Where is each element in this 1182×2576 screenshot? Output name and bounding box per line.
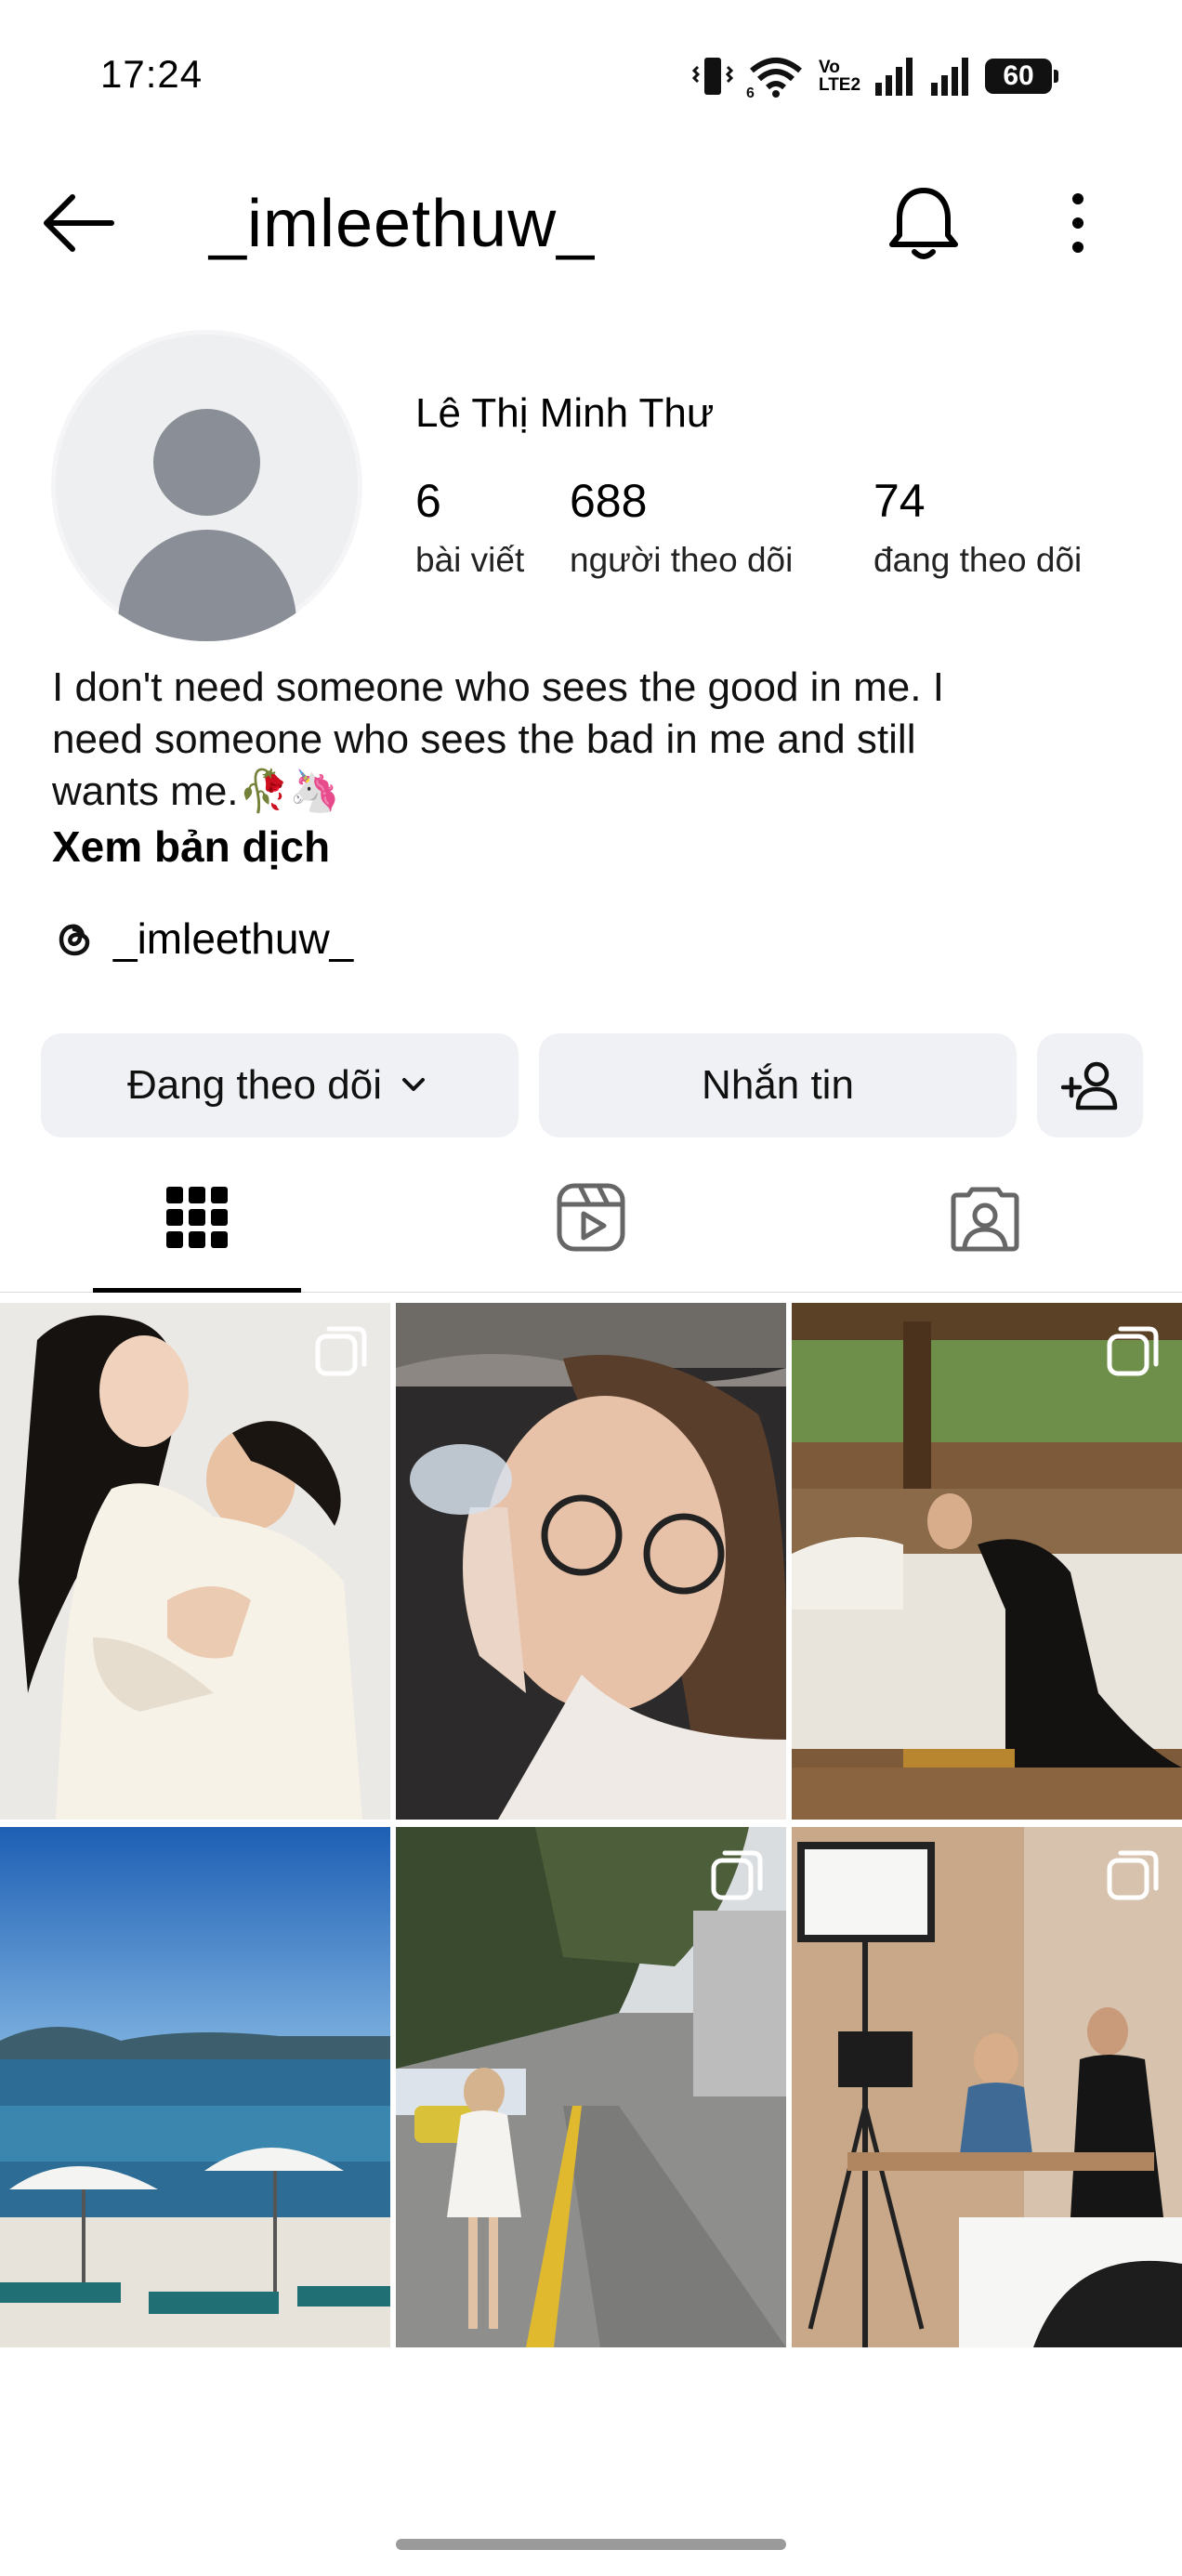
see-translation-link[interactable]: Xem bản dịch [52, 821, 330, 872]
post-thumbnail-5[interactable] [396, 1827, 786, 2347]
bio-line: I don't need someone who sees the good i… [52, 664, 944, 710]
active-tab-indicator [93, 1288, 301, 1293]
post-thumbnail-6[interactable] [792, 1827, 1182, 2347]
post-image-resort [792, 1303, 1182, 1820]
post-thumbnail-4[interactable] [0, 1827, 390, 2347]
bio-line: need someone who sees the bad in me and … [52, 716, 916, 762]
reels-icon [557, 1183, 625, 1252]
post-thumbnail-2[interactable] [396, 1303, 786, 1820]
battery-level: 60 [1003, 60, 1034, 91]
threads-link[interactable]: _imleethuw_ [52, 911, 353, 966]
following-label: đang theo dõi [873, 541, 1083, 579]
status-time: 17:24 [100, 52, 204, 96]
message-button-label: Nhắn tin [702, 1062, 854, 1108]
threads-icon [59, 924, 90, 956]
multiple-photos-icon [711, 1850, 763, 1900]
bell-icon[interactable] [883, 181, 965, 265]
post-thumbnail-3[interactable] [792, 1303, 1182, 1820]
wifi-icon: 6 [746, 58, 802, 99]
avatar-placeholder [51, 330, 362, 641]
tab-posts[interactable] [93, 1157, 301, 1278]
tab-tagged[interactable] [881, 1157, 1089, 1278]
svg-text:6: 6 [746, 85, 755, 99]
post-image-studio [792, 1827, 1182, 2347]
gesture-home-bar[interactable] [396, 2539, 786, 2550]
tagged-icon [951, 1187, 1019, 1252]
signal-icon-1 [875, 58, 913, 96]
more-vertical-icon[interactable] [1059, 186, 1097, 260]
tab-reels[interactable] [487, 1157, 695, 1278]
vibrate-icon [692, 58, 733, 95]
post-image-couple [0, 1303, 390, 1820]
message-button[interactable]: Nhắn tin [539, 1033, 1017, 1137]
post-image-street [396, 1827, 786, 2347]
add-person-icon [1061, 1061, 1118, 1111]
bio-line: wants me.🥀🦄 [52, 769, 341, 814]
following-button-label: Đang theo dõi [127, 1062, 382, 1108]
posts-label: bài viết [415, 541, 525, 579]
volte-bottom: LTE2 [819, 75, 861, 95]
post-thumbnail-1[interactable] [0, 1303, 390, 1820]
following-count[interactable]: 74 [873, 474, 926, 528]
followers-count[interactable]: 688 [570, 474, 647, 528]
chevron-down-icon [402, 1078, 425, 1091]
back-arrow-icon[interactable] [37, 186, 121, 260]
posts-count[interactable]: 6 [415, 474, 441, 528]
page-title-username: _imleethuw_ [209, 187, 596, 261]
suggest-people-button[interactable] [1037, 1033, 1143, 1137]
status-icons: 6 Vo LTE2 60 [692, 48, 1059, 104]
threads-handle: _imleethuw_ [113, 914, 354, 963]
bio: I don't need someone who sees the good i… [52, 662, 1130, 818]
followers-label: người theo dõi [570, 541, 794, 579]
volte-badge: Vo LTE2 [819, 59, 860, 94]
volte-top: Vo [819, 58, 840, 77]
multiple-photos-icon [1107, 1326, 1159, 1376]
multiple-photos-icon [1107, 1850, 1159, 1900]
following-button[interactable]: Đang theo dõi [41, 1033, 519, 1137]
grid-icon [166, 1187, 228, 1248]
post-image-beach [0, 1827, 390, 2347]
battery-icon: 60 [985, 59, 1059, 94]
post-image-underwater [396, 1303, 786, 1820]
signal-icon-2 [931, 58, 969, 96]
full-name: Lê Thị Minh Thư [415, 390, 715, 436]
multiple-photos-icon [315, 1326, 367, 1376]
